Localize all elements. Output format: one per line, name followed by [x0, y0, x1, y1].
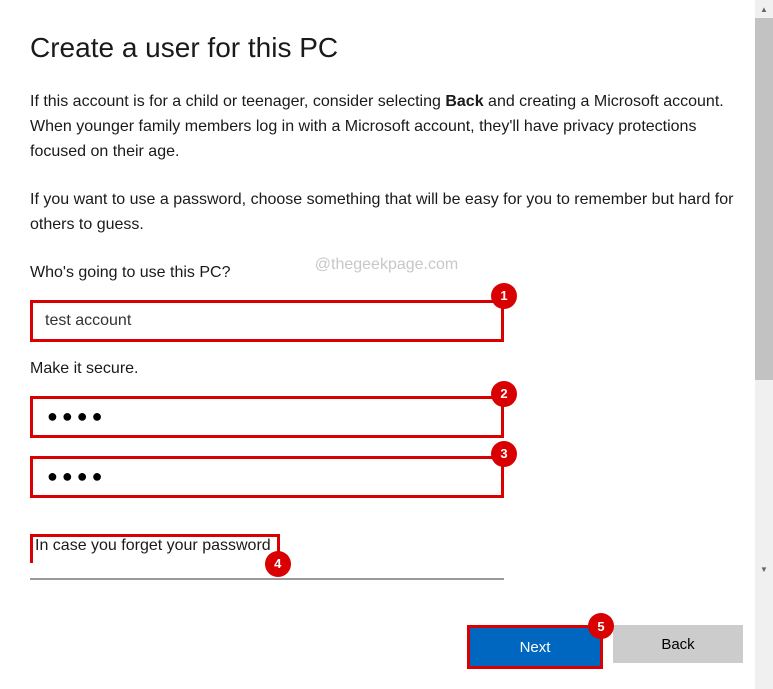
- scrollbar[interactable]: ▲ ▼: [755, 0, 773, 689]
- next-button[interactable]: Next: [470, 628, 600, 666]
- confirm-password-input[interactable]: ●●●●: [33, 459, 501, 495]
- forgot-label: In case you forget your password: [35, 537, 271, 555]
- password-input[interactable]: ●●●●: [33, 399, 501, 435]
- intro-paragraph-2: If you want to use a password, choose so…: [30, 188, 743, 238]
- badge-1: 1: [491, 283, 517, 309]
- badge-2: 2: [491, 381, 517, 407]
- username-highlight: [30, 300, 504, 342]
- main-content: Create a user for this PC If this accoun…: [0, 0, 773, 563]
- security-question-input-top-border: [30, 578, 504, 580]
- confirm-password-highlight: ●●●●: [30, 456, 504, 498]
- who-label: Who's going to use this PC?: [30, 264, 743, 282]
- next-highlight: Next 5: [467, 625, 603, 669]
- intro-text-bold: Back: [445, 93, 483, 110]
- username-input[interactable]: [33, 303, 501, 339]
- page-title: Create a user for this PC: [30, 32, 743, 64]
- password-highlight: ●●●●: [30, 396, 504, 438]
- scrollbar-up-arrow[interactable]: ▲: [755, 0, 773, 18]
- intro-paragraph-1: If this account is for a child or teenag…: [30, 90, 743, 164]
- secure-label: Make it secure.: [30, 360, 743, 378]
- badge-5: 5: [588, 613, 614, 639]
- intro-text-before: If this account is for a child or teenag…: [30, 93, 445, 110]
- back-button[interactable]: Back: [613, 625, 743, 663]
- badge-3: 3: [491, 441, 517, 467]
- badge-4: 4: [265, 551, 291, 577]
- footer-buttons: Next 5 Back: [467, 625, 743, 669]
- scrollbar-down-arrow[interactable]: ▼: [755, 560, 773, 578]
- scrollbar-thumb[interactable]: [755, 18, 773, 380]
- forgot-highlight: In case you forget your password 4: [30, 534, 280, 563]
